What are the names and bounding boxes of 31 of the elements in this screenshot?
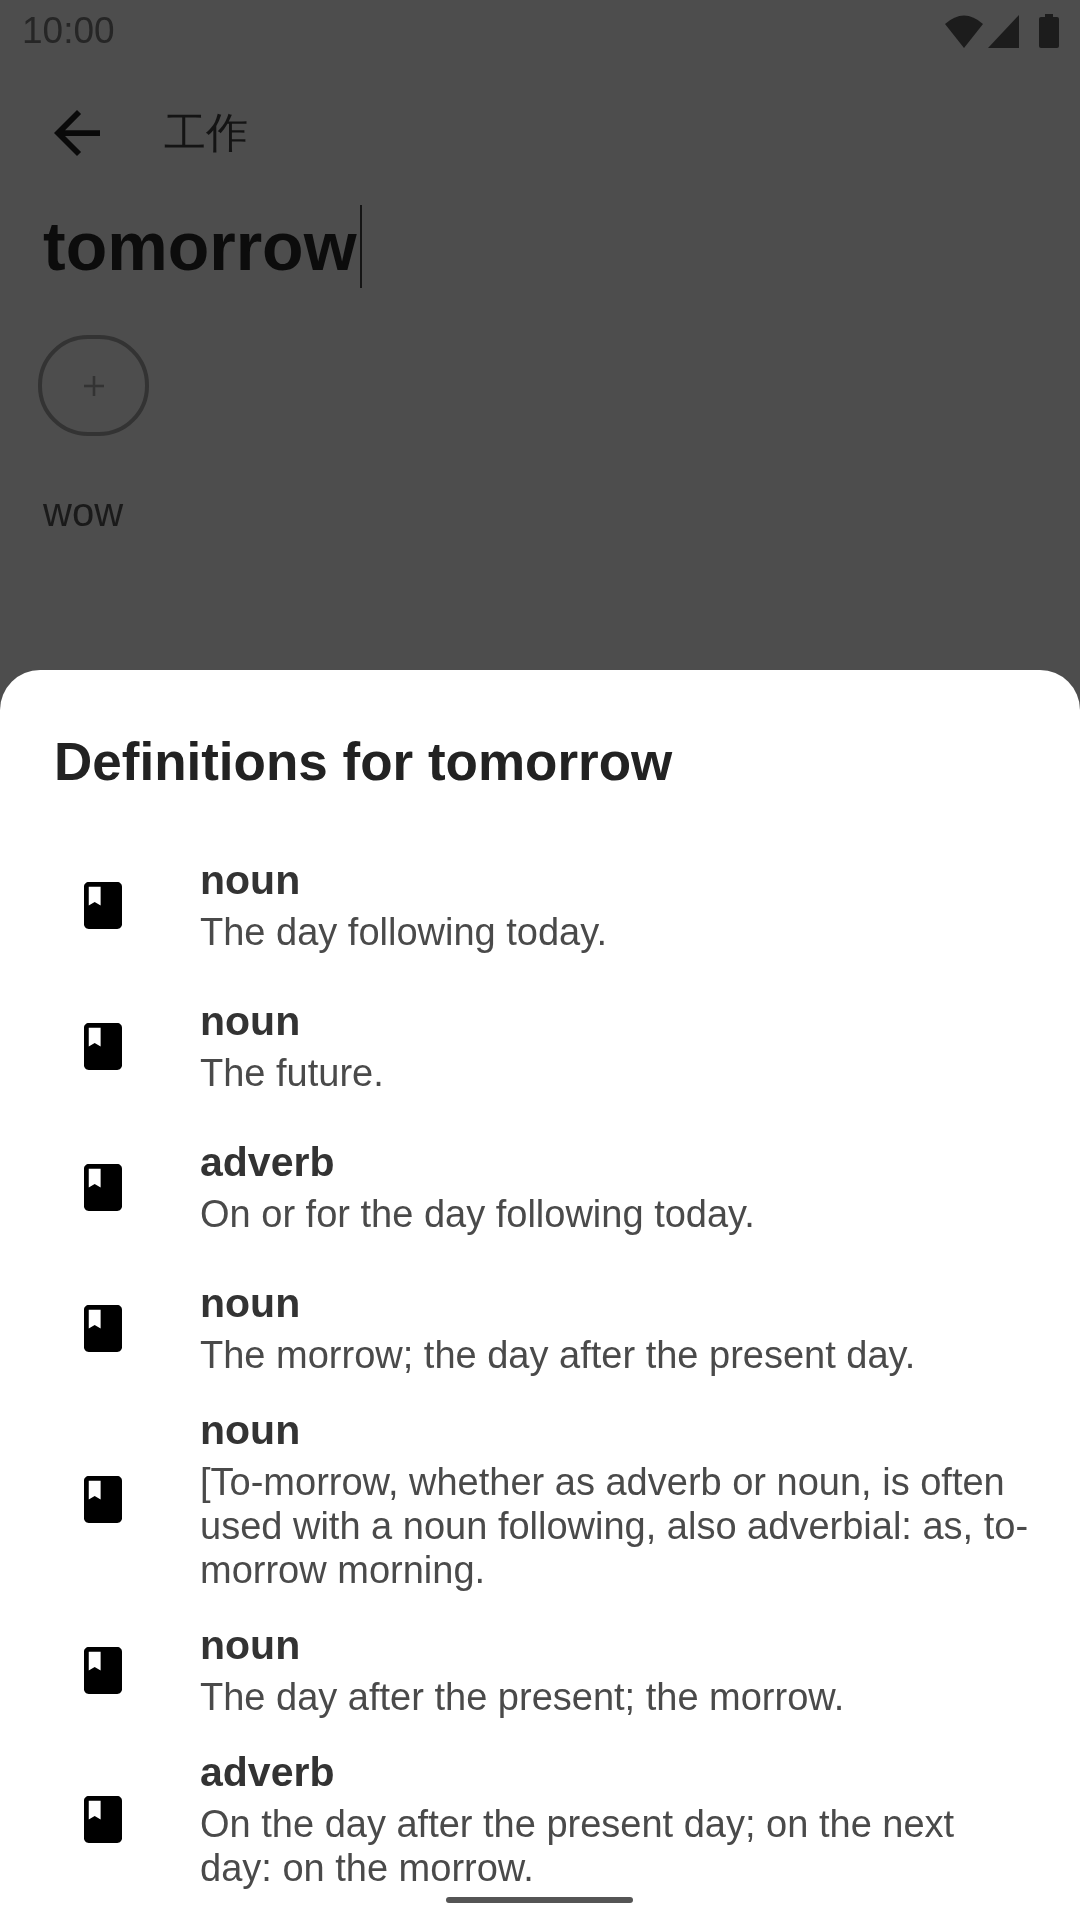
definition-text: The morrow; the day after the present day. — [200, 1333, 917, 1377]
add-chip-button[interactable] — [38, 335, 149, 436]
sheet-title: Definitions for tomorrow — [54, 731, 673, 793]
back-icon — [54, 110, 100, 156]
definition-text: The future. — [200, 1051, 385, 1095]
part-of-speech: noun — [200, 857, 301, 903]
back-button[interactable] — [54, 110, 100, 156]
word-input-field[interactable]: tomorrow — [43, 204, 362, 288]
definition-text: On or for the day following today. — [200, 1192, 756, 1236]
toolbar-title: 工作 — [164, 108, 248, 158]
book-icon — [84, 1023, 122, 1070]
definition-text: The day following today. — [200, 910, 608, 954]
signal-icon — [988, 14, 1019, 48]
plus-icon — [83, 375, 104, 396]
definition-text: [To-morrow, whether as adverb or noun, is often used with a noun following, also adverbial: as, to-morrow morning. — [200, 1460, 1030, 1592]
wifi-icon — [945, 14, 983, 48]
part-of-speech: noun — [200, 998, 301, 1044]
battery-icon — [1039, 14, 1059, 48]
part-of-speech: noun — [200, 1280, 301, 1326]
book-icon — [84, 1164, 122, 1211]
book-icon — [84, 1647, 122, 1694]
book-icon — [84, 1476, 122, 1523]
definition-text: On the day after the present day; on the next day: on the morrow. — [200, 1802, 956, 1890]
book-icon — [84, 1796, 122, 1843]
part-of-speech: noun — [200, 1407, 301, 1453]
part-of-speech: noun — [200, 1622, 301, 1668]
book-icon — [84, 1305, 122, 1352]
definition-text: The day after the present; the morrow. — [200, 1675, 846, 1719]
part-of-speech: adverb — [200, 1749, 335, 1795]
book-icon — [84, 882, 122, 929]
part-of-speech: adverb — [200, 1139, 335, 1185]
